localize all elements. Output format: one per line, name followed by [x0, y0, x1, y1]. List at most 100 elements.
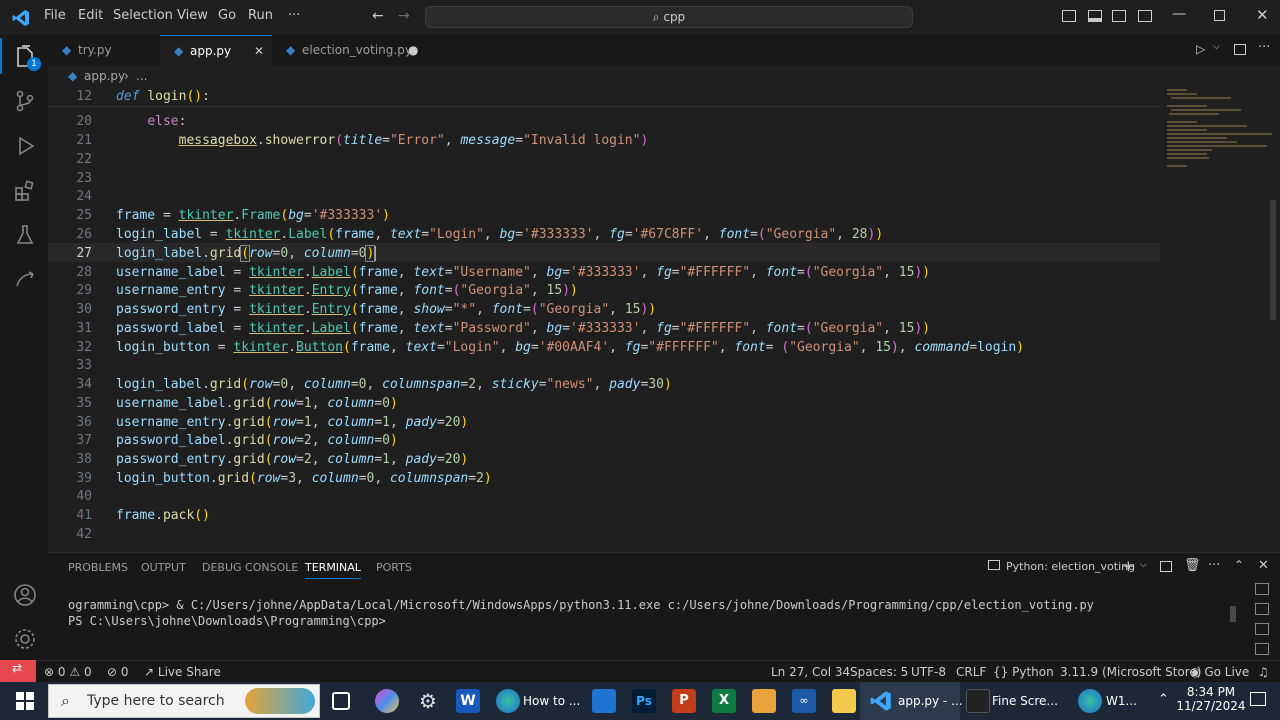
breadcrumb-file[interactable]: app.py [84, 65, 125, 87]
terminal-line: ogramming\cpp> & C:/Users/johne/AppData/… [68, 598, 1094, 612]
menu-run[interactable]: Run [248, 8, 273, 23]
terminal-instance-icon[interactable] [1255, 583, 1269, 595]
maximize-panel-icon[interactable]: ⌃ [1234, 558, 1244, 572]
go-live[interactable]: ◉ Go Live [1190, 660, 1249, 684]
settings-gear-icon[interactable] [12, 626, 38, 652]
back-arrow-icon[interactable]: ← [372, 8, 384, 24]
breadcrumb-more[interactable]: ... [136, 65, 147, 87]
terminal-instance-icon[interactable] [1255, 623, 1269, 635]
tab-app-py[interactable]: ◆ app.py ✕ [160, 35, 272, 65]
restore-icon[interactable] [1214, 10, 1225, 21]
clock-date: 11/27/2024 [1176, 699, 1246, 713]
accounts-icon[interactable] [12, 582, 38, 608]
new-terminal-icon[interactable]: + [1122, 557, 1135, 575]
clock[interactable]: 8:34 PM 11/27/2024 [1176, 685, 1246, 713]
store-icon[interactable] [592, 689, 616, 713]
edge-icon[interactable] [496, 689, 520, 713]
fine-screen-icon[interactable] [966, 689, 990, 713]
close-panel-icon[interactable]: ✕ [1258, 558, 1269, 573]
customize-layout-icon[interactable] [1138, 10, 1152, 22]
encoding[interactable]: UTF-8 [911, 660, 946, 684]
edge-icon[interactable] [1078, 689, 1102, 713]
task-view-icon[interactable] [332, 692, 350, 710]
minimize-icon[interactable]: — [1172, 6, 1186, 22]
ports-status[interactable]: ⊘ 0 [107, 660, 129, 684]
vscode-window-label[interactable]: app.py - ... [898, 682, 963, 720]
explorer-badge: 1 [27, 57, 41, 71]
forward-arrow-icon[interactable]: → [398, 8, 410, 24]
unsaved-dot-icon: ● [408, 43, 419, 57]
tab-ports[interactable]: PORTS [376, 561, 412, 574]
terminal-instance-icon[interactable] [1255, 603, 1269, 615]
fine-screen-label[interactable]: Fine Scre... [992, 682, 1058, 720]
tab-output[interactable]: OUTPUT [141, 561, 186, 574]
toggle-panel-icon[interactable] [1088, 10, 1102, 22]
run-file-icon[interactable]: ▷ [1196, 42, 1205, 56]
problems-status[interactable]: ⊗ 0 ⚠ 0 [44, 660, 92, 684]
menu-more[interactable]: ··· [288, 8, 300, 23]
source-control-icon[interactable] [12, 88, 38, 114]
toggle-secondary-sidebar-icon[interactable] [1112, 10, 1126, 22]
photoshop-icon[interactable]: Ps [632, 689, 656, 713]
trash-icon[interactable]: 🗑 [1184, 558, 1201, 573]
terminal-name[interactable]: Python: election_voting [1006, 560, 1135, 573]
language-mode[interactable]: {} Python [993, 660, 1054, 684]
terminal-prompt[interactable]: PS C:\Users\johne\Downloads\Programming\… [68, 614, 393, 628]
run-dropdown-icon[interactable]: ⌵ [1213, 42, 1220, 52]
command-center-search[interactable]: ⌕ cpp [425, 6, 913, 28]
sticky-scroll-divider [48, 106, 1160, 107]
notifications-bell-icon[interactable]: ♫ [1258, 660, 1269, 684]
indentation[interactable]: Spaces: 5 [850, 660, 908, 684]
w1-window-label[interactable]: W1... [1106, 682, 1137, 720]
powerpoint-icon[interactable]: P [672, 689, 696, 713]
clock-time: 8:34 PM [1186, 685, 1236, 699]
menu-view[interactable]: View [177, 8, 208, 23]
tab-debug-console[interactable]: DEBUG CONSOLE [202, 561, 298, 574]
edge-window-label[interactable]: How to ... [523, 682, 580, 720]
notification-center-icon[interactable] [1250, 692, 1266, 706]
breadcrumb-separator-icon: › [124, 69, 129, 83]
live-share-status[interactable]: ↗ Live Share [144, 660, 221, 684]
tab-election-voting-py[interactable]: ◆ election_voting.py ● [272, 35, 428, 65]
close-window-icon[interactable]: ✕ [1256, 6, 1269, 24]
toggle-sidebar-icon[interactable] [1062, 10, 1076, 22]
split-terminal-icon[interactable] [1160, 561, 1172, 572]
excel-icon[interactable]: X [712, 689, 736, 713]
settings-icon[interactable]: ⚙ [416, 689, 440, 713]
run-debug-icon[interactable] [12, 133, 38, 159]
menu-selection[interactable]: Selection [113, 8, 173, 23]
taskbar-search-box[interactable]: ⌕ Type here to search [48, 684, 320, 718]
menu-file[interactable]: File [44, 8, 66, 23]
menu-go[interactable]: Go [218, 8, 236, 23]
copilot-icon[interactable] [375, 689, 399, 713]
menu-edit[interactable]: Edit [78, 8, 103, 23]
file-explorer-icon[interactable] [832, 689, 856, 713]
tab-problems[interactable]: PROBLEMS [68, 561, 128, 574]
sticky-app-icon[interactable] [752, 689, 776, 713]
close-tab-icon[interactable]: ✕ [254, 36, 264, 66]
minimap[interactable] [1165, 87, 1275, 187]
split-editor-icon[interactable] [1234, 44, 1246, 55]
terminal-instance-icon[interactable] [1255, 643, 1269, 655]
panel-more-icon[interactable]: ··· [1208, 558, 1220, 573]
show-hidden-icons-icon[interactable]: ⌃ [1158, 692, 1169, 707]
cursor-position[interactable]: Ln 27, Col 34 [771, 660, 850, 684]
python-interpreter[interactable]: 3.11.9 (Microsoft Store) [1060, 660, 1202, 684]
tab-try-py[interactable]: ◆ try.py [48, 35, 160, 65]
remote-icon: ⇄ [12, 661, 23, 675]
tab-terminal[interactable]: TERMINAL [305, 561, 361, 579]
code-editor[interactable]: 12 def login(): 20 else: 21 messagebox.sh… [48, 87, 1280, 547]
terminal-dropdown-icon[interactable]: ⌵ [1140, 560, 1147, 570]
extensions-icon[interactable] [12, 178, 38, 204]
editor-scrollbar[interactable] [1270, 200, 1276, 320]
vscode-insiders-icon[interactable]: ∞ [792, 689, 816, 713]
testing-icon[interactable] [12, 222, 38, 248]
terminal-scrollbar[interactable] [1230, 606, 1236, 622]
line-ending[interactable]: CRLF [956, 660, 986, 684]
broadcast-icon: ◉ [1190, 665, 1201, 679]
remote-explorer-icon[interactable] [12, 268, 38, 294]
more-actions-icon[interactable]: ··· [1258, 40, 1270, 55]
windows-start-icon[interactable] [16, 692, 34, 710]
word-icon[interactable]: W [456, 689, 480, 713]
remote-indicator[interactable]: ⇄ [0, 660, 36, 682]
